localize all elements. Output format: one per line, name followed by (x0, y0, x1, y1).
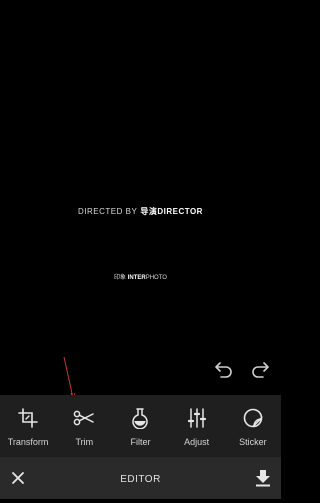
tool-adjust[interactable]: Adjust (169, 395, 225, 447)
directed-by-label: DIRECTED BY (78, 207, 138, 216)
director-brand: 导演DIRECTOR (140, 207, 203, 216)
directed-by-text: DIRECTED BY 导演DIRECTOR (0, 206, 281, 217)
tool-transform[interactable]: Transform (0, 395, 56, 447)
undo-icon (215, 362, 232, 378)
tool-filter-label: Filter (130, 437, 151, 447)
close-button[interactable] (8, 468, 28, 488)
editor-toolbar: Transform Trim Filter Adjust Sticker (0, 395, 281, 457)
download-icon (256, 470, 270, 487)
video-preview: DIRECTED BY 导演DIRECTOR 印象 INTERPHOTO (0, 0, 281, 395)
redo-icon (252, 362, 269, 378)
editor-bottom-bar: EDITOR (0, 457, 281, 499)
sliders-icon (186, 407, 208, 429)
undo-redo-controls (213, 358, 271, 380)
undo-button[interactable] (213, 358, 235, 380)
scissors-icon (73, 407, 95, 429)
tool-trim-label: Trim (75, 437, 94, 447)
redo-button[interactable] (249, 358, 271, 380)
tool-filter[interactable]: Filter (112, 395, 168, 447)
crop-icon (17, 407, 39, 429)
tool-transform-label: Transform (7, 437, 49, 447)
download-button[interactable] (253, 468, 273, 488)
tool-sticker[interactable]: Sticker (225, 395, 281, 447)
editor-title: EDITOR (120, 474, 161, 485)
flask-icon (129, 407, 151, 429)
tool-trim[interactable]: Trim (56, 395, 112, 447)
tool-adjust-label: Adjust (184, 437, 210, 447)
tool-sticker-label: Sticker (239, 437, 267, 447)
close-icon (12, 472, 24, 484)
sticker-icon (242, 407, 264, 429)
interphoto-watermark: 印象 INTERPHOTO (114, 275, 167, 281)
